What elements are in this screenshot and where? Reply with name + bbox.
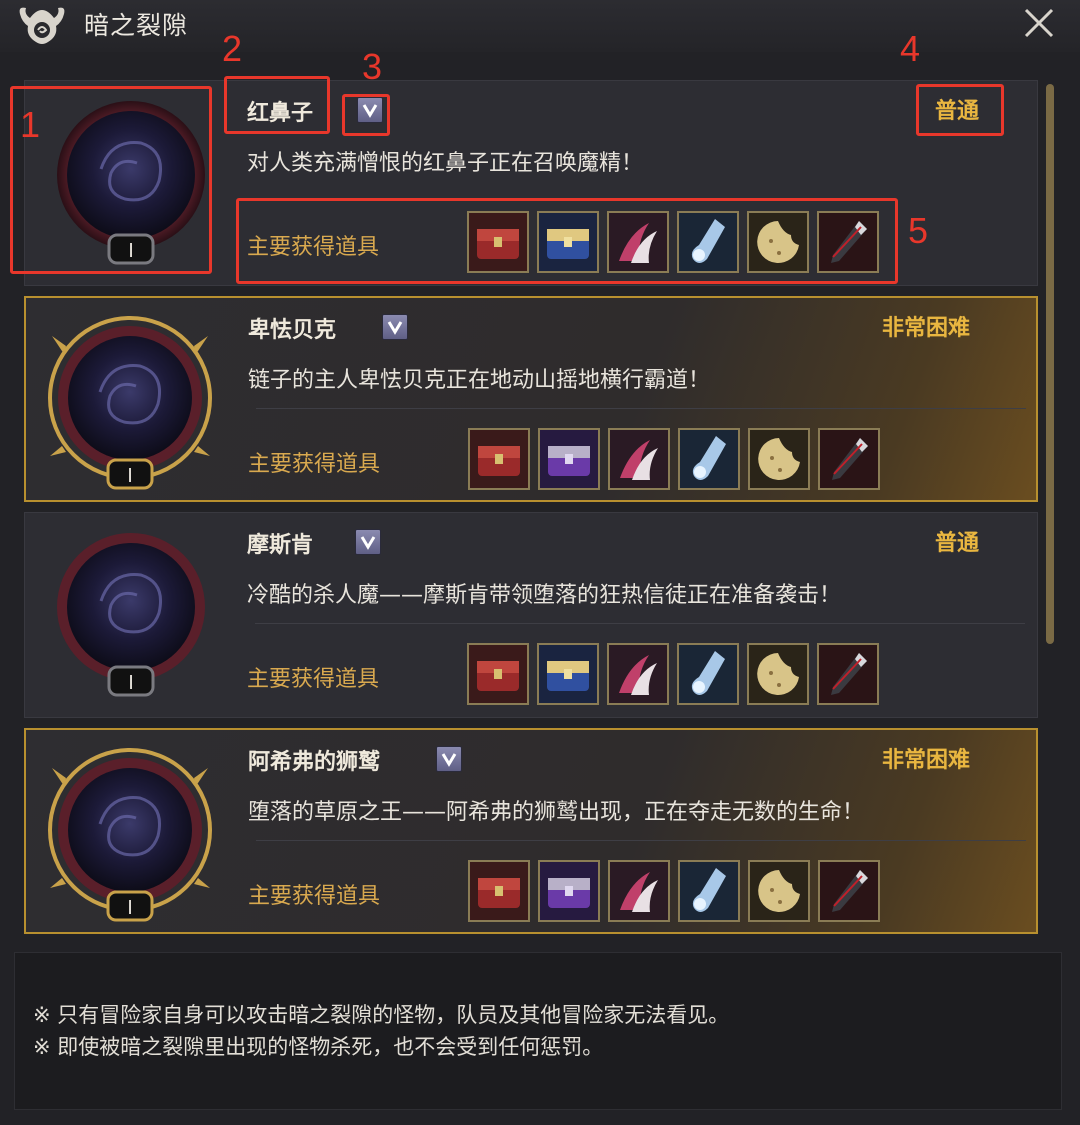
- annotation-box: [236, 198, 898, 284]
- purple-chest-icon: [540, 862, 598, 920]
- item-slot[interactable]: [468, 428, 530, 490]
- reward-items: [468, 860, 880, 922]
- items-label: 主要获得道具: [247, 667, 380, 692]
- potion-icon: [680, 862, 738, 920]
- claw-icon: [609, 645, 667, 703]
- dagger-icon: [820, 862, 878, 920]
- item-slot[interactable]: [748, 860, 810, 922]
- difficulty-label: 非常困难: [882, 748, 971, 773]
- item-slot[interactable]: [537, 643, 599, 705]
- annotation-number: 5: [908, 210, 929, 251]
- dagger-icon: [819, 645, 877, 703]
- demon-emblem-icon: [14, 4, 70, 48]
- item-slot[interactable]: [818, 428, 880, 490]
- divider: [256, 840, 1026, 841]
- rift-portal-portrait: I: [41, 521, 221, 711]
- chevron-down-icon: [360, 536, 376, 550]
- item-slot[interactable]: [678, 860, 740, 922]
- difficulty-label: 普通: [935, 531, 980, 556]
- claw-icon: [610, 862, 668, 920]
- item-slot[interactable]: [747, 643, 809, 705]
- divider: [255, 623, 1025, 624]
- red-chest-icon: [469, 645, 527, 703]
- item-slot[interactable]: [607, 643, 669, 705]
- monster-name: 卑怯贝克: [248, 318, 337, 343]
- annotation-number: 2: [222, 28, 243, 69]
- divider: [256, 408, 1026, 409]
- red-chest-icon: [470, 430, 528, 488]
- potion-icon: [680, 430, 738, 488]
- items-label: 主要获得道具: [248, 452, 381, 477]
- cookie-icon: [750, 430, 808, 488]
- item-slot[interactable]: [748, 428, 810, 490]
- purple-chest-icon: [540, 430, 598, 488]
- item-slot[interactable]: [818, 860, 880, 922]
- annotation-number: 3: [362, 46, 383, 87]
- monster-name: 摩斯肯: [247, 533, 314, 558]
- rift-card[interactable]: I 摩斯肯 普通 冷酷的杀人魔——摩斯肯带领堕落的狂热信徒正在准备袭击！ 主要获…: [24, 512, 1038, 718]
- rift-card[interactable]: I 卑怯贝克 非常困难 链子的主人卑怯贝克正在地动山摇地横行霸道！ 主要获得道具: [24, 296, 1038, 502]
- tier-badge: I: [128, 672, 134, 694]
- notice-panel: ※ 只有冒险家自身可以攻击暗之裂隙的怪物，队员及其他冒险家无法看见。 ※ 即使被…: [14, 952, 1062, 1110]
- difficulty-label: 非常困难: [882, 316, 971, 341]
- monster-description: 链子的主人卑怯贝克正在地动山摇地横行霸道！: [248, 368, 711, 393]
- monster-name: 阿希弗的狮鹫: [248, 750, 381, 775]
- window-title: 暗之裂隙: [84, 11, 189, 40]
- reward-items: [467, 643, 879, 705]
- chevron-down-icon: [441, 753, 457, 767]
- reward-items: [468, 428, 880, 490]
- annotation-box: [224, 76, 330, 134]
- chevron-down-icon: [387, 321, 403, 335]
- tier-badge: I: [127, 465, 133, 487]
- close-button[interactable]: [1016, 2, 1062, 46]
- close-icon: [1024, 8, 1054, 38]
- item-slot[interactable]: [817, 643, 879, 705]
- annotation-box: [10, 86, 212, 274]
- expand-dropdown[interactable]: [436, 746, 462, 772]
- dagger-icon: [820, 430, 878, 488]
- rift-card[interactable]: I 阿希弗的狮鹫 非常困难 堕落的草原之王——阿希弗的狮鹫出现，正在夺走无数的生…: [24, 728, 1038, 934]
- notice-line: ※ 只有冒险家自身可以攻击暗之裂隙的怪物，队员及其他冒险家无法看见。: [33, 1003, 730, 1027]
- annotation-number: 4: [900, 28, 921, 69]
- item-slot[interactable]: [538, 860, 600, 922]
- items-label: 主要获得道具: [248, 884, 381, 909]
- annotation-box: [342, 94, 390, 136]
- tier-badge: I: [127, 897, 133, 919]
- item-slot[interactable]: [467, 643, 529, 705]
- item-slot[interactable]: [678, 428, 740, 490]
- annotation-number: 1: [20, 104, 41, 145]
- item-slot[interactable]: [468, 860, 530, 922]
- scrollbar-thumb[interactable]: [1046, 84, 1054, 644]
- expand-dropdown[interactable]: [382, 314, 408, 340]
- annotation-box: [916, 84, 1004, 136]
- rift-portal-portrait: I: [42, 738, 222, 928]
- red-chest-icon: [470, 862, 528, 920]
- rift-portal-portrait: I: [42, 306, 222, 496]
- monster-description: 对人类充满憎恨的红鼻子正在召唤魔精！: [247, 151, 644, 176]
- cookie-icon: [750, 862, 808, 920]
- claw-icon: [610, 430, 668, 488]
- item-slot[interactable]: [608, 428, 670, 490]
- item-slot[interactable]: [538, 428, 600, 490]
- item-slot[interactable]: [677, 643, 739, 705]
- blue-chest-icon: [539, 645, 597, 703]
- rift-window: 暗之裂隙 I 红鼻子 普通 对人类充满憎恨的红鼻子正在召唤魔精！ 主要获得道具 …: [0, 0, 1080, 1125]
- cookie-icon: [749, 645, 807, 703]
- monster-description: 冷酷的杀人魔——摩斯肯带领堕落的狂热信徒正在准备袭击！: [247, 583, 842, 608]
- expand-dropdown[interactable]: [355, 529, 381, 555]
- item-slot[interactable]: [608, 860, 670, 922]
- monster-description: 堕落的草原之王——阿希弗的狮鹫出现，正在夺走无数的生命！: [248, 800, 865, 825]
- notice-line: ※ 即使被暗之裂隙里出现的怪物杀死，也不会受到任何惩罚。: [33, 1035, 604, 1059]
- potion-icon: [679, 645, 737, 703]
